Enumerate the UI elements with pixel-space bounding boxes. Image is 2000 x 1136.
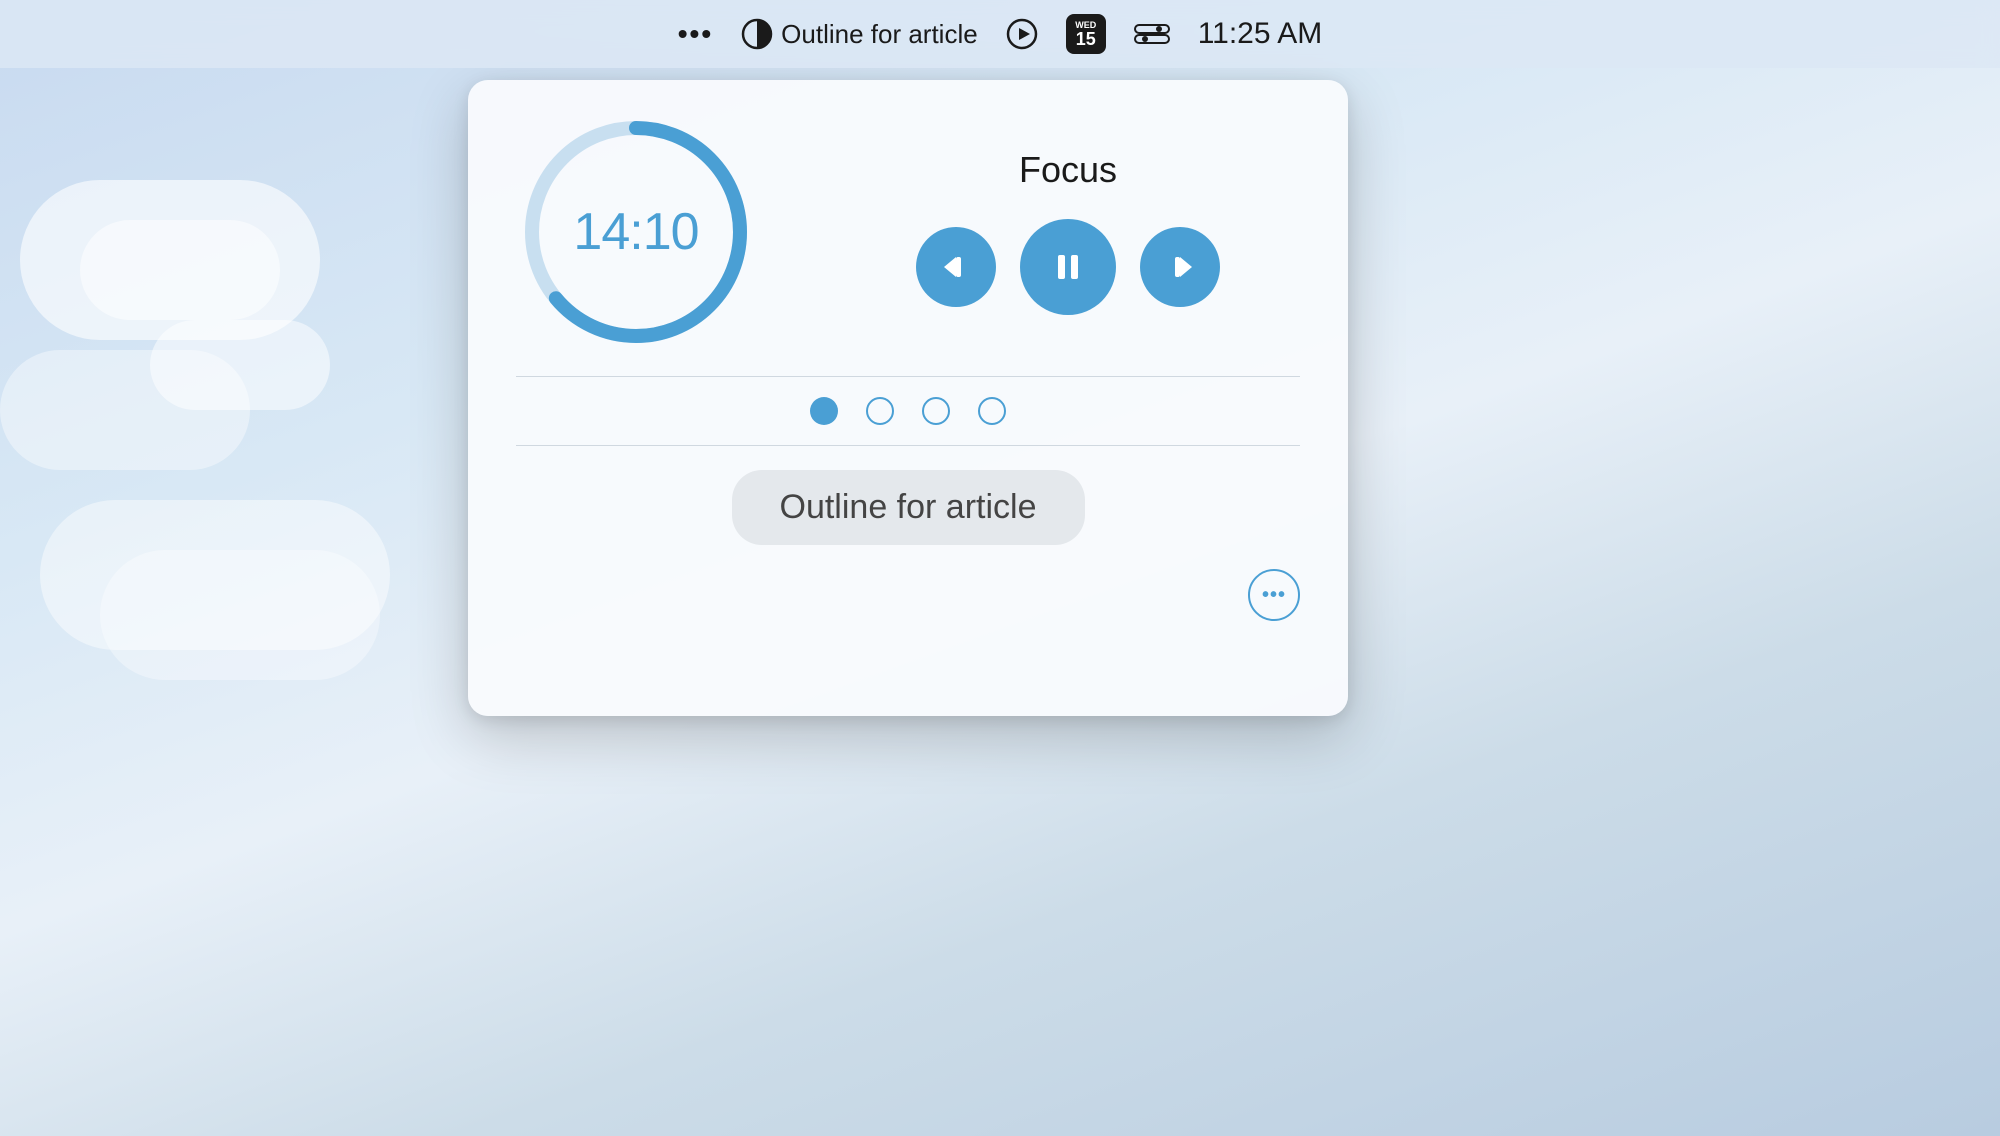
popup-card: 14:10 Focus bbox=[468, 80, 1348, 716]
menubar-time: 11:25 AM bbox=[1198, 17, 1323, 51]
more-dots-icon: ••• bbox=[1262, 585, 1286, 605]
session-dot-2[interactable] bbox=[866, 397, 894, 425]
controls-section: Focus bbox=[836, 149, 1300, 315]
timer-display: 14:10 bbox=[516, 112, 756, 352]
menubar-play-icon[interactable] bbox=[1006, 18, 1038, 50]
session-dots bbox=[516, 381, 1300, 441]
menubar-switch-icon[interactable] bbox=[1134, 22, 1170, 46]
pause-button[interactable] bbox=[1020, 219, 1116, 315]
menubar: ••• Outline for article WED 15 11:25 bbox=[0, 0, 2000, 68]
prev-icon bbox=[938, 249, 974, 285]
focus-label: Focus bbox=[1019, 149, 1117, 191]
task-pill[interactable]: Outline for article bbox=[732, 470, 1085, 545]
cloud-2 bbox=[80, 220, 280, 320]
half-circle-icon bbox=[741, 18, 773, 50]
cloud-4 bbox=[150, 320, 330, 410]
cloud-6 bbox=[100, 550, 380, 680]
pause-icon bbox=[1048, 247, 1088, 287]
next-button[interactable] bbox=[1140, 227, 1220, 307]
prev-button[interactable] bbox=[916, 227, 996, 307]
control-buttons bbox=[916, 219, 1220, 315]
divider-bottom bbox=[516, 445, 1300, 446]
calendar-badge[interactable]: WED 15 bbox=[1066, 14, 1106, 54]
next-icon bbox=[1162, 249, 1198, 285]
more-button[interactable]: ••• bbox=[1248, 569, 1300, 621]
task-area: Outline for article bbox=[516, 450, 1300, 561]
calendar-num: 15 bbox=[1076, 30, 1096, 48]
session-dot-3[interactable] bbox=[922, 397, 950, 425]
menubar-app[interactable]: Outline for article bbox=[741, 18, 978, 50]
session-dot-4[interactable] bbox=[978, 397, 1006, 425]
menubar-dots[interactable]: ••• bbox=[678, 18, 713, 50]
timer-section: 14:10 Focus bbox=[516, 112, 1300, 352]
circular-timer: 14:10 bbox=[516, 112, 756, 352]
more-button-area: ••• bbox=[516, 561, 1300, 621]
menubar-app-title: Outline for article bbox=[781, 19, 978, 50]
divider-top bbox=[516, 376, 1300, 377]
session-dot-1[interactable] bbox=[810, 397, 838, 425]
